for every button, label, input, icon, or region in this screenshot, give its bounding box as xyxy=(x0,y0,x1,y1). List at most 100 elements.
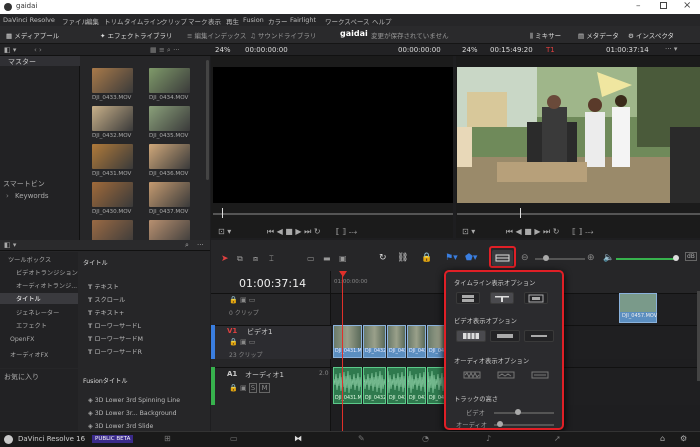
clip-thumbnail[interactable] xyxy=(149,144,190,169)
marker-icon[interactable]: ⬟▾ xyxy=(465,253,477,263)
volume-slider[interactable] xyxy=(616,258,676,260)
insert-clip-icon[interactable]: ▭ xyxy=(307,254,315,263)
speaker-icon[interactable]: 🔈 xyxy=(603,253,614,263)
a1-clip[interactable]: DJI_0434.MOV xyxy=(407,367,426,404)
menu-item[interactable]: ヘルプ xyxy=(372,16,392,26)
program-viewer-video[interactable] xyxy=(457,67,700,203)
title-item[interactable]: T ローワーサードR xyxy=(88,347,142,356)
program-scrubber[interactable] xyxy=(457,213,700,215)
menu-item[interactable]: Fairlight xyxy=(290,16,316,24)
source-viewer-video[interactable] xyxy=(213,67,453,203)
menu-item[interactable]: クリップ xyxy=(161,16,187,26)
media-pool-scrollbar[interactable] xyxy=(206,60,209,180)
more-options-icon[interactable]: ··· xyxy=(197,241,204,249)
selection-tool-icon[interactable]: ➤ xyxy=(221,254,229,264)
thumbnail-view-button[interactable] xyxy=(490,330,520,342)
v2-clip[interactable]: DJI_0457.MOV xyxy=(619,293,657,323)
audio-waveform-view-button[interactable] xyxy=(524,292,548,304)
clip-thumbnail[interactable] xyxy=(149,106,190,131)
category-toolbox[interactable]: ツールボックス xyxy=(8,255,51,264)
title-item[interactable]: T ローワーサードM xyxy=(88,334,143,343)
minimize-icon[interactable]: – xyxy=(636,1,641,11)
close-icon[interactable]: × xyxy=(683,0,691,11)
mixer-button[interactable]: ⫼ ミキサー xyxy=(530,30,561,41)
audio-height-slider[interactable] xyxy=(494,424,554,426)
sound-library-button[interactable]: ♫ サウンドライブラリ xyxy=(250,30,316,40)
v1-clip[interactable]: DJI_0434.MOV xyxy=(407,325,426,358)
fusion-page-icon[interactable]: ✎ xyxy=(358,434,365,443)
settings-gear-icon[interactable]: ⚙ xyxy=(680,434,687,443)
overwrite-clip-icon[interactable]: ▬ xyxy=(323,254,331,263)
title-item[interactable]: T テキスト xyxy=(88,282,119,291)
menu-item[interactable]: ファイル xyxy=(62,16,88,26)
source-playhead[interactable] xyxy=(222,208,223,218)
v1-clip[interactable]: DJI_0431.MOV xyxy=(333,325,362,358)
chevron-right-icon[interactable]: › xyxy=(6,192,9,200)
category-video-transitions[interactable]: ビデオトランジション xyxy=(16,268,78,277)
lock-icon[interactable]: 🔒 xyxy=(421,253,432,263)
program-track[interactable]: T1 xyxy=(546,46,555,54)
v2-icons[interactable]: 🔒 ▣ ▭ xyxy=(229,296,255,304)
video-height-handle[interactable] xyxy=(515,409,521,415)
bin-master[interactable]: マスター xyxy=(8,57,36,67)
trim-tool-icon[interactable]: ⧉ xyxy=(237,254,243,264)
v1-clip[interactable]: DJI_0433.MOV xyxy=(387,325,406,358)
category-titles[interactable]: タイトル xyxy=(16,294,41,303)
home-icon[interactable]: ⌂ xyxy=(660,434,665,443)
menu-item[interactable]: DaVinci Resolve xyxy=(3,16,55,24)
v1-icons[interactable]: 🔒 ▣ ▭ xyxy=(229,338,255,346)
replace-clip-icon[interactable]: ▣ xyxy=(339,254,347,263)
menu-item[interactable]: カラー xyxy=(268,16,288,26)
video-height-slider[interactable] xyxy=(494,412,554,414)
edit-index-button[interactable]: ≡ 編集インデックス xyxy=(187,30,246,40)
timeline-playhead[interactable] xyxy=(342,271,343,431)
program-playhead[interactable] xyxy=(520,208,521,218)
category-audio-fx[interactable]: オーディオFX xyxy=(10,350,48,359)
back-forward-icon[interactable]: ‹ › xyxy=(34,46,42,54)
search-icon[interactable]: ⌕ xyxy=(185,241,189,250)
stacked-timeline-button[interactable] xyxy=(456,292,480,304)
clip-thumbnail[interactable] xyxy=(149,182,190,207)
v1-label[interactable]: V1 xyxy=(227,327,237,335)
color-page-icon[interactable]: ◔ xyxy=(422,434,429,443)
source-scrubber[interactable] xyxy=(213,213,453,215)
flag-icon[interactable]: ⚑▾ xyxy=(445,253,458,263)
audio-height-handle[interactable] xyxy=(497,421,503,427)
waveform-off-button[interactable] xyxy=(530,370,550,382)
cut-page-icon[interactable]: ▭ xyxy=(230,434,238,443)
playhead-marker[interactable] xyxy=(339,271,347,277)
bin-keywords[interactable]: Keywords xyxy=(15,192,49,200)
blade-tool-icon[interactable]: ⌶ xyxy=(269,254,274,264)
zoom-out-icon[interactable]: ⊖ xyxy=(521,253,529,263)
clip-thumbnail[interactable] xyxy=(149,68,190,93)
zoom-in-icon[interactable]: ⊕ xyxy=(587,253,595,263)
name-only-view-button[interactable] xyxy=(524,330,554,342)
solo-button[interactable]: S xyxy=(248,383,258,393)
v1-clip[interactable]: DJI_0432.MOV xyxy=(363,325,386,358)
category-openfx[interactable]: OpenFX xyxy=(10,336,34,343)
media-page-icon[interactable]: ⊞ xyxy=(164,434,171,443)
zoom-slider-handle[interactable] xyxy=(543,255,549,261)
fusion-title-item[interactable]: ◈ 3D Lower 3rd Spinning Line xyxy=(88,397,180,404)
panel-layout-icon[interactable]: ◧ ▾ xyxy=(4,241,16,249)
menu-item[interactable]: ワークスペース xyxy=(325,16,370,26)
program-transport[interactable]: ⊡ ▾ ⏮ ◀ ■ ▶ ⏭ ↻ ⟦ ⟧ ⤏ xyxy=(462,227,594,237)
inspector-button[interactable]: ⚙ インスペクタ xyxy=(628,30,674,40)
waveform-full-button[interactable] xyxy=(462,370,482,382)
clip-thumbnail[interactable] xyxy=(92,182,133,207)
dynamic-trim-icon[interactable]: ⧈ xyxy=(253,254,258,264)
fusion-title-item[interactable]: ◈ 3D Lower 3r... Background xyxy=(88,410,177,417)
menu-item[interactable]: 表示 xyxy=(208,16,221,26)
menu-item[interactable]: Fusion xyxy=(243,16,264,24)
menu-item[interactable]: 再生 xyxy=(226,16,239,26)
filmstrip-view-button[interactable] xyxy=(456,330,486,342)
a1-icons[interactable]: 🔒 ▣ S M xyxy=(229,383,270,393)
category-generators[interactable]: ジェネレーター xyxy=(16,308,59,317)
clip-thumbnail[interactable] xyxy=(92,106,133,131)
panel-layout-icon[interactable]: ◧ ▾ xyxy=(4,46,16,54)
menu-item[interactable]: 編集 xyxy=(86,16,99,26)
snapping-icon[interactable]: ↻ xyxy=(379,253,387,263)
fairlight-page-icon[interactable]: ♪ xyxy=(486,434,491,443)
category-effects[interactable]: エフェクト xyxy=(16,321,47,330)
a1-clip[interactable]: DJI_0432.MOV xyxy=(363,367,386,404)
